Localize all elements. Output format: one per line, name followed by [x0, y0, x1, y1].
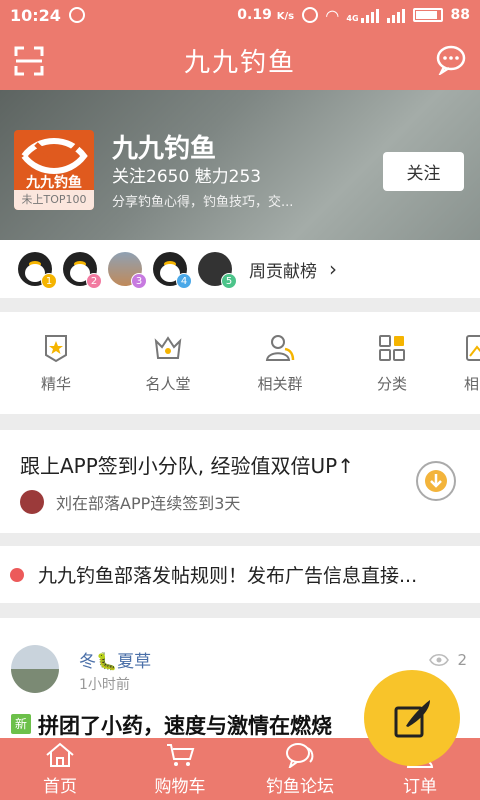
tribe-logo: 九九钓鱼 未上TOP100 [14, 130, 94, 210]
category-bar: 精华 名人堂 相关群 分类 相 [0, 312, 480, 414]
tribe-name: 九九钓鱼 [112, 134, 217, 164]
cart-icon [167, 743, 195, 766]
eye-icon [429, 653, 450, 667]
signin-banner[interactable]: 跟上APP签到小分队, 经验值双倍UP↑ 刘在部落APP连续签到3天 [0, 430, 480, 533]
home-icon [46, 742, 74, 767]
image-icon [466, 334, 480, 361]
pinned-notice[interactable]: 九九钓鱼部落发帖规则！发布广告信息直接... [0, 546, 480, 603]
tribe-mini-logo [20, 490, 44, 514]
contributor-avatar[interactable]: 1 [18, 252, 57, 289]
grid-icon [379, 334, 405, 361]
app-notification-icon [68, 7, 85, 23]
chevron-right-icon: › [329, 257, 337, 281]
logo-text: 九九钓鱼 [26, 175, 82, 191]
crown-icon [154, 335, 182, 359]
category-related-groups[interactable]: 相关群 [224, 312, 336, 414]
signin-subtitle: 刘在部落APP连续签到3天 [56, 494, 241, 513]
post-time: 1小时前 [79, 677, 130, 693]
page-title: 九九钓鱼 [183, 47, 296, 78]
tribe-description: 分享钓鱼心得，钓鱼技巧，交... [112, 195, 294, 210]
post-author[interactable]: 冬🐛夏草 [79, 647, 151, 672]
tribe-stats: 关注2650 魅力253 [112, 167, 262, 187]
weekly-contribution-rank[interactable]: 1 2 3 4 5 周贡献榜 › [0, 240, 480, 298]
new-badge: 新 [11, 714, 31, 734]
network-speed: 0.19 K/s [237, 7, 295, 23]
tab-cart[interactable]: 购物车 [120, 738, 240, 800]
group-icon [265, 334, 295, 361]
signin-title: 跟上APP签到小分队, 经验值双倍UP↑ [20, 454, 354, 478]
rank-label: 未上TOP100 [14, 190, 94, 210]
category-album[interactable]: 相 [448, 312, 480, 414]
category-featured[interactable]: 精华 [0, 312, 112, 414]
signal-icon [386, 7, 405, 23]
weekly-rank-label: 周贡献榜 [249, 261, 317, 282]
view-count: 2 [429, 651, 467, 669]
forum-icon [286, 742, 314, 768]
star-badge-icon [45, 334, 67, 362]
alarm-icon [302, 7, 319, 23]
contributor-avatar[interactable]: 3 [108, 252, 147, 289]
edit-icon [394, 700, 430, 738]
tribe-header: 九九钓鱼 未上TOP100 九九钓鱼 关注2650 魅力253 分享钓鱼心得，钓… [0, 90, 480, 240]
download-button[interactable] [416, 461, 456, 501]
compose-post-button[interactable] [364, 670, 460, 766]
contributor-avatar[interactable]: 4 [153, 252, 192, 289]
message-icon[interactable] [436, 45, 466, 77]
scan-icon[interactable] [14, 46, 44, 76]
signal-4g-icon: 4G [346, 7, 379, 23]
follow-button[interactable]: 关注 [383, 152, 464, 191]
red-dot-icon [10, 567, 24, 582]
category-hall-of-fame[interactable]: 名人堂 [112, 312, 224, 414]
author-avatar[interactable] [11, 645, 59, 693]
wifi-icon: ◠ [326, 5, 339, 25]
title-bar: 九九钓鱼 [0, 30, 480, 90]
category-classification[interactable]: 分类 [336, 312, 448, 414]
battery-level: 88 [450, 7, 470, 23]
tab-home[interactable]: 首页 [0, 738, 120, 800]
post-title[interactable]: 拼团了小药，速度与激情在燃烧 [38, 710, 332, 740]
tab-forum[interactable]: 钓鱼论坛 [240, 738, 360, 800]
arrow-down-icon [425, 470, 447, 492]
contributor-avatar[interactable]: 5 [198, 252, 237, 289]
battery-icon [412, 8, 443, 22]
status-bar: 10:24 0.19 K/s ◠ 4G 88 [0, 0, 480, 30]
contributor-avatar[interactable]: 2 [63, 252, 102, 289]
notice-text: 九九钓鱼部落发帖规则！发布广告信息直接... [38, 565, 418, 587]
signin-subtitle-row: 刘在部落APP连续签到3天 [20, 490, 240, 514]
clock: 10:24 [10, 5, 61, 25]
